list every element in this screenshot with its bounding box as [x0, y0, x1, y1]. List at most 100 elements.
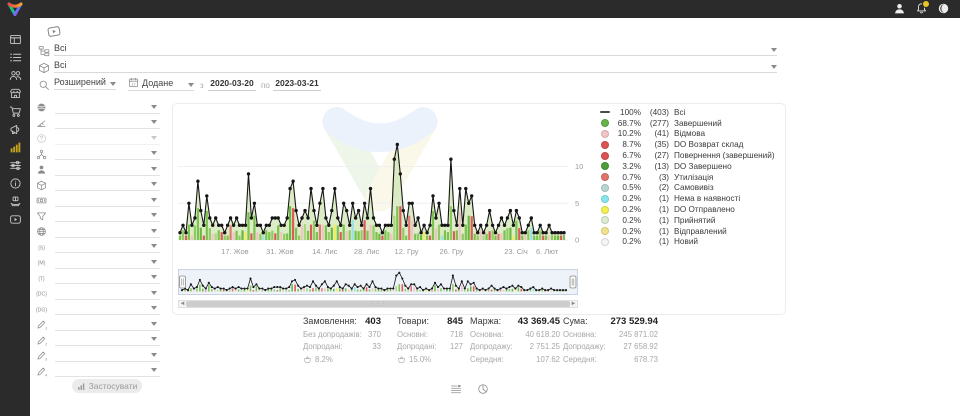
legend-item[interactable]: 0.2%(1)DO Отправлено — [599, 204, 775, 215]
filter-row-custom-field-2-filter[interactable]: 2 — [36, 333, 160, 348]
filter-row-custom-field-1-filter[interactable]: 1 — [36, 317, 160, 332]
filter-row-manager-filter[interactable] — [36, 162, 160, 177]
filter-row-status-filter[interactable] — [36, 100, 160, 115]
manager-filter-select[interactable] — [55, 164, 160, 176]
nav-statistics-stats-icon[interactable] — [9, 141, 22, 154]
legend-dot-marker — [601, 238, 609, 246]
summary-sub-value: 33 — [372, 342, 381, 351]
filter-row-product-filter[interactable] — [36, 178, 160, 193]
nav-customers-users-icon[interactable] — [9, 69, 22, 82]
nav-cart-cart-icon[interactable] — [9, 105, 22, 118]
chevron-down-icon — [151, 198, 157, 202]
chart-navigator[interactable] — [178, 269, 578, 299]
filter-row-custom-field-3-filter[interactable]: 3 — [36, 348, 160, 363]
table-view-icon[interactable] — [450, 383, 462, 395]
legend-item[interactable]: 0.5%(2)Самовивіз — [599, 183, 775, 194]
date-from-input[interactable]: 2020-03-20 — [208, 78, 256, 91]
notifications-icon[interactable] — [915, 2, 928, 15]
legend-item[interactable]: 100%(403)Всі — [599, 107, 775, 118]
filter-row-payment-filter[interactable] — [36, 193, 160, 208]
custom-field-2-filter-select[interactable] — [55, 334, 160, 346]
date-field-select[interactable]: 17 Додане — [128, 77, 194, 91]
filter-row-utm-term-filter[interactable]: {T} — [36, 271, 160, 286]
filter-row-website-filter[interactable] — [36, 224, 160, 239]
nav-integrations-integrations-icon[interactable] — [9, 159, 22, 172]
utm-term-filter-select[interactable] — [55, 272, 160, 284]
custom-field-2-filter-icon: 2 — [36, 335, 47, 346]
legend-item[interactable]: 10.2%(41)Відмова — [599, 129, 775, 140]
filter-row-department-filter[interactable] — [36, 147, 160, 162]
nav-info-info-icon[interactable] — [9, 177, 22, 190]
legend-item[interactable]: 3.2%(13)DO Завершено — [599, 161, 775, 172]
legend-item[interactable]: 0.2%(1)Новий — [599, 237, 775, 248]
website-filter-select[interactable] — [55, 226, 160, 238]
notification-badge — [922, 0, 930, 8]
svg-text:{T}: {T} — [38, 276, 45, 282]
nav-store-store-icon[interactable] — [9, 87, 22, 100]
legend-item[interactable]: 0.2%(1)Нема в наявності — [599, 193, 775, 204]
video-hint-icon[interactable] — [45, 23, 63, 41]
filter-row-funnel-filter[interactable] — [36, 209, 160, 224]
legend-item[interactable]: 6.7%(27)Повернення (завершений) — [599, 150, 775, 161]
date-to-input[interactable]: 2023-03-21 — [273, 78, 321, 91]
legend-item[interactable]: 0.2%(1)Відправлений — [599, 226, 775, 237]
product-filter-select[interactable] — [55, 179, 160, 191]
nav-orders-orders-icon[interactable] — [9, 51, 22, 64]
filter-row-level-filter[interactable] — [36, 116, 160, 131]
summary-sub-label: Допродажу: — [470, 342, 513, 351]
custom-field-1-filter-icon: 1 — [36, 319, 47, 330]
legend-label: Прийнятий — [674, 216, 715, 225]
legend-item[interactable]: 0.7%(3)Утилізація — [599, 172, 775, 183]
filter-row-utm-content-filter[interactable]: {DC} — [36, 286, 160, 301]
filter-row-custom-field-4-filter[interactable]: 4 — [36, 364, 160, 379]
nav-dashboard-dashboard-icon[interactable] — [9, 33, 22, 46]
app-logo-icon[interactable] — [5, 1, 25, 22]
legend-count: (41) — [641, 129, 669, 138]
legend-dot-marker — [601, 152, 609, 160]
nav-tutorials-tutorials-icon[interactable] — [9, 213, 22, 226]
nav-rewards-rewards-icon[interactable] — [9, 195, 22, 208]
filter-row-utm-group-filter[interactable]: {DG} — [36, 302, 160, 317]
statistics-dashboard: Всі Всі Розширений 17 Додане з 2020-03-2… — [0, 0, 960, 416]
legend-item[interactable]: 8.7%(35)DO Возврат склад — [599, 139, 775, 150]
legend-label: Відправлений — [674, 227, 727, 236]
scrollbar-thumb[interactable]: ⋮⋮⋮ — [186, 301, 570, 307]
filter-row-utm-medium-filter[interactable]: {M} — [36, 255, 160, 270]
utm-source-filter-select[interactable] — [55, 241, 160, 253]
search-icon[interactable] — [38, 79, 50, 91]
chart-scrollbar[interactable]: ◄ ⋮⋮⋮ ► — [178, 300, 578, 308]
category-select-value: Всі — [54, 43, 67, 53]
funnel-filter-select[interactable] — [55, 210, 160, 222]
search-mode-select[interactable]: Розширений — [54, 77, 116, 90]
theme-toggle-icon[interactable] — [937, 2, 950, 15]
legend-count: (27) — [641, 151, 669, 160]
legend-item[interactable]: 0.2%(1)Прийнятий — [599, 215, 775, 226]
utm-content-filter-select[interactable] — [55, 288, 160, 300]
utm-medium-filter-select[interactable] — [55, 257, 160, 269]
filter-row-utm-source-filter[interactable]: {S} — [36, 240, 160, 255]
summary-sub-value: 370 — [368, 330, 381, 339]
help-filter-select[interactable] — [55, 133, 160, 145]
department-filter-select[interactable] — [55, 148, 160, 160]
orders-timeline-chart[interactable]: 0510 — [178, 106, 588, 248]
custom-field-4-filter-select[interactable] — [55, 365, 160, 377]
apply-button[interactable]: Застосувати — [72, 379, 142, 393]
status-filter-select[interactable] — [55, 102, 160, 114]
legend-item[interactable]: 68.7%(277)Завершений — [599, 118, 775, 129]
pie-view-icon[interactable] — [477, 383, 489, 395]
utm-group-filter-select[interactable] — [55, 303, 160, 315]
payment-filter-select[interactable] — [55, 195, 160, 207]
category-select[interactable]: Всі — [54, 43, 777, 56]
scroll-left-icon[interactable]: ◄ — [179, 301, 186, 307]
product-select[interactable]: Всі — [54, 60, 777, 73]
custom-field-1-filter-select[interactable] — [55, 319, 160, 331]
nav-marketing-marketing-icon[interactable] — [9, 123, 22, 136]
custom-field-3-filter-select[interactable] — [55, 350, 160, 362]
level-filter-select[interactable] — [55, 117, 160, 129]
summary-value: 43 369.45 — [518, 316, 560, 327]
legend-dot-marker — [601, 162, 609, 170]
profile-icon[interactable] — [893, 2, 906, 15]
scroll-right-icon[interactable]: ► — [570, 301, 577, 307]
svg-text:{DG}: {DG} — [36, 307, 47, 313]
filter-row-help-filter[interactable] — [36, 131, 160, 146]
